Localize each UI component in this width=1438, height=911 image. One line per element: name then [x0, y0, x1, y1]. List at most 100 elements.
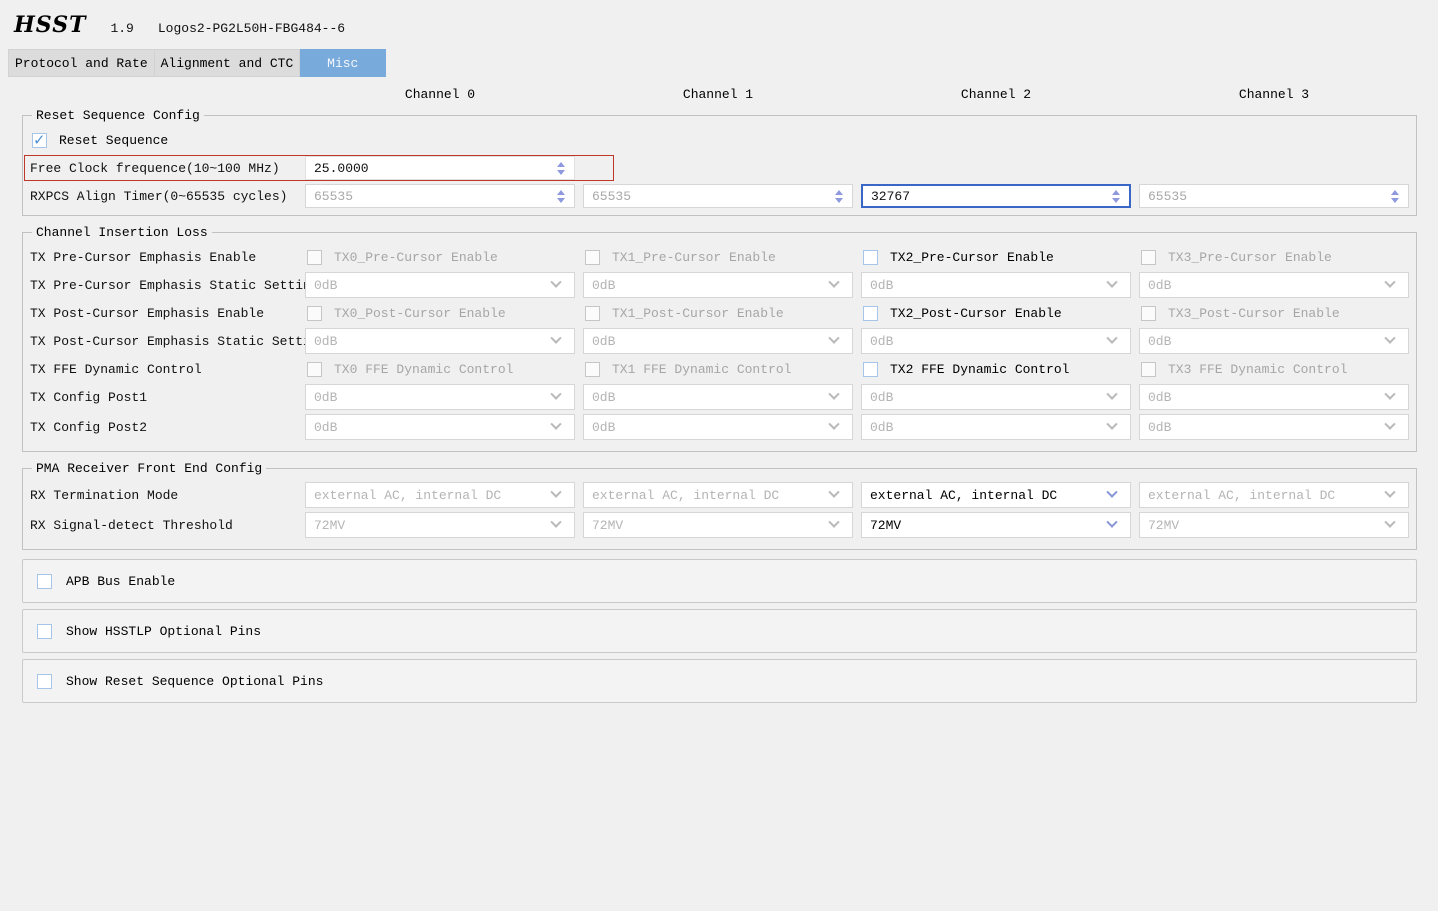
- chevron-down-icon: [550, 389, 561, 400]
- tx3-ffe-dynamic-item: TX3 FFE Dynamic Control: [1139, 358, 1409, 380]
- show-reset-sequence-optional-pins-label: Show Reset Sequence Optional Pins: [66, 674, 323, 689]
- reset-sequence-checkbox-item[interactable]: Reset Sequence: [30, 129, 1416, 151]
- group-pma-receiver-front-end: PMA Receiver Front End Config RX Termina…: [22, 461, 1417, 550]
- tx2-ffe-dynamic-checkbox[interactable]: [863, 362, 878, 377]
- channel-2-header: Channel 2: [861, 87, 1131, 102]
- tx-pre-cursor-static-select-ch2: 0dB: [861, 272, 1131, 298]
- rx-threshold-select-ch3: 72MV: [1139, 512, 1409, 538]
- tx3-pre-cursor-enable-item: TX3_Pre-Cursor Enable: [1139, 246, 1409, 268]
- chevron-down-icon: [1384, 333, 1395, 344]
- tx2-post-cursor-enable-checkbox[interactable]: [863, 306, 878, 321]
- rxpcs-spinbox-ch1: 65535: [583, 184, 853, 208]
- tx1-ffe-dynamic-checkbox: [585, 362, 600, 377]
- rxpcs-spinbox-ch3: 65535: [1139, 184, 1409, 208]
- chevron-down-icon: [550, 333, 561, 344]
- chevron-down-icon: [828, 517, 839, 528]
- group-pma-receiver-legend: PMA Receiver Front End Config: [32, 461, 266, 476]
- tx-config-post1-label: TX Config Post1: [30, 390, 297, 405]
- tx3-post-cursor-enable-item: TX3_Post-Cursor Enable: [1139, 302, 1409, 324]
- chevron-down-icon: [1384, 517, 1395, 528]
- tx-config-post2-select-ch3: 0dB: [1139, 414, 1409, 440]
- tx2-post-cursor-enable-item[interactable]: TX2_Post-Cursor Enable: [861, 302, 1131, 324]
- rxpcs-align-timer-row: RXPCS Align Timer(0~65535 cycles) 65535 …: [30, 184, 1416, 208]
- rxpcs-spinbox-ch2[interactable]: 32767: [861, 184, 1131, 208]
- show-hsstlp-optional-pins-box: Show HSSTLP Optional Pins: [22, 609, 1417, 653]
- apb-bus-enable-item[interactable]: APB Bus Enable: [35, 570, 175, 592]
- show-hsstlp-optional-pins-checkbox[interactable]: [37, 624, 52, 639]
- free-clock-spinbox[interactable]: 25.0000: [305, 156, 575, 180]
- chevron-down-icon: [1384, 419, 1395, 430]
- reset-sequence-checkbox[interactable]: [32, 133, 47, 148]
- rx-termination-mode-label: RX Termination Mode: [30, 488, 297, 503]
- tx-pre-cursor-static-select-ch3: 0dB: [1139, 272, 1409, 298]
- tx-post-cursor-static-select-ch0: 0dB: [305, 328, 575, 354]
- show-hsstlp-optional-pins-item[interactable]: Show HSSTLP Optional Pins: [35, 620, 261, 642]
- tab-misc[interactable]: Misc: [300, 49, 386, 77]
- group-reset-sequence-config: Reset Sequence Config Reset Sequence Fre…: [22, 108, 1417, 216]
- tx2-pre-cursor-enable-checkbox[interactable]: [863, 250, 878, 265]
- rx-termination-select-ch2[interactable]: external AC, internal DC: [861, 482, 1131, 508]
- chevron-down-icon: [1106, 487, 1117, 498]
- tx1-ffe-dynamic-item: TX1 FFE Dynamic Control: [583, 358, 853, 380]
- spinner-arrows-icon[interactable]: [557, 162, 565, 175]
- chevron-down-icon: [828, 487, 839, 498]
- tab-protocol-and-rate[interactable]: Protocol and Rate: [8, 49, 155, 77]
- tx-config-post1-select-ch3: 0dB: [1139, 384, 1409, 410]
- tx3-pre-cursor-enable-checkbox: [1141, 250, 1156, 265]
- tx3-post-cursor-enable-checkbox: [1141, 306, 1156, 321]
- chevron-down-icon: [1384, 487, 1395, 498]
- tx-config-post2-select-ch0: 0dB: [305, 414, 575, 440]
- rx-threshold-select-ch0: 72MV: [305, 512, 575, 538]
- tx0-pre-cursor-enable-item: TX0_Pre-Cursor Enable: [305, 246, 575, 268]
- tx1-pre-cursor-enable-checkbox: [585, 250, 600, 265]
- tx0-ffe-dynamic-item: TX0 FFE Dynamic Control: [305, 358, 575, 380]
- rx-signal-detect-threshold-row: RX Signal-detect Threshold 72MV 72MV 72M…: [30, 512, 1416, 538]
- tab-alignment-and-ctc[interactable]: Alignment and CTC: [155, 49, 301, 77]
- rxpcs-label: RXPCS Align Timer(0~65535 cycles): [30, 189, 297, 204]
- chevron-down-icon: [828, 333, 839, 344]
- channel-1-header: Channel 1: [583, 87, 853, 102]
- app-version: 1.9: [110, 21, 133, 36]
- tx-config-post1-select-ch1: 0dB: [583, 384, 853, 410]
- chevron-down-icon: [1106, 333, 1117, 344]
- chevron-down-icon: [550, 419, 561, 430]
- chevron-down-icon: [550, 517, 561, 528]
- group-channel-insertion-loss-legend: Channel Insertion Loss: [32, 225, 212, 240]
- tx3-ffe-dynamic-checkbox: [1141, 362, 1156, 377]
- apb-bus-enable-box: APB Bus Enable: [22, 559, 1417, 603]
- chevron-down-icon: [1106, 517, 1117, 528]
- chevron-down-icon: [828, 419, 839, 430]
- spinner-arrows-icon: [835, 190, 843, 203]
- chevron-down-icon: [1384, 277, 1395, 288]
- tx2-ffe-dynamic-item[interactable]: TX2 FFE Dynamic Control: [861, 358, 1131, 380]
- tx-post-cursor-static-select-ch3: 0dB: [1139, 328, 1409, 354]
- chevron-down-icon: [1384, 389, 1395, 400]
- rx-threshold-select-ch1: 72MV: [583, 512, 853, 538]
- rx-termination-select-ch1: external AC, internal DC: [583, 482, 853, 508]
- tx0-post-cursor-enable-checkbox: [307, 306, 322, 321]
- tx-post-cursor-static-row: TX Post-Cursor Emphasis Static Setting 0…: [30, 328, 1416, 354]
- tx-post-cursor-static-select-ch1: 0dB: [583, 328, 853, 354]
- spinner-arrows-icon: [557, 190, 565, 203]
- spinner-arrows-icon[interactable]: [1112, 190, 1120, 203]
- tx-post-cursor-enable-row: TX Post-Cursor Emphasis Enable TX0_Post-…: [30, 302, 1416, 324]
- apb-bus-enable-checkbox[interactable]: [37, 574, 52, 589]
- tx-ffe-dynamic-row: TX FFE Dynamic Control TX0 FFE Dynamic C…: [30, 358, 1416, 380]
- tx-pre-cursor-static-label: TX Pre-Cursor Emphasis Static Setting: [30, 278, 297, 293]
- show-reset-sequence-optional-pins-item[interactable]: Show Reset Sequence Optional Pins: [35, 670, 323, 692]
- tx0-ffe-dynamic-checkbox: [307, 362, 322, 377]
- tx-ffe-dynamic-label: TX FFE Dynamic Control: [30, 362, 297, 377]
- rx-termination-select-ch0: external AC, internal DC: [305, 482, 575, 508]
- chevron-down-icon: [828, 277, 839, 288]
- tx1-pre-cursor-enable-item: TX1_Pre-Cursor Enable: [583, 246, 853, 268]
- tx-config-post1-select-ch2: 0dB: [861, 384, 1131, 410]
- tx-config-post1-row: TX Config Post1 0dB 0dB 0dB 0dB: [30, 384, 1416, 410]
- tx-pre-cursor-static-row: TX Pre-Cursor Emphasis Static Setting 0d…: [30, 272, 1416, 298]
- tx2-pre-cursor-enable-item[interactable]: TX2_Pre-Cursor Enable: [861, 246, 1131, 268]
- tx0-post-cursor-enable-item: TX0_Post-Cursor Enable: [305, 302, 575, 324]
- free-clock-row-highlight: Free Clock frequence(10~100 MHz) 25.0000: [24, 155, 614, 181]
- tab-bar: Protocol and Rate Alignment and CTC Misc: [8, 49, 1438, 77]
- rx-threshold-select-ch2[interactable]: 72MV: [861, 512, 1131, 538]
- tx-config-post1-select-ch0: 0dB: [305, 384, 575, 410]
- show-reset-sequence-optional-pins-checkbox[interactable]: [37, 674, 52, 689]
